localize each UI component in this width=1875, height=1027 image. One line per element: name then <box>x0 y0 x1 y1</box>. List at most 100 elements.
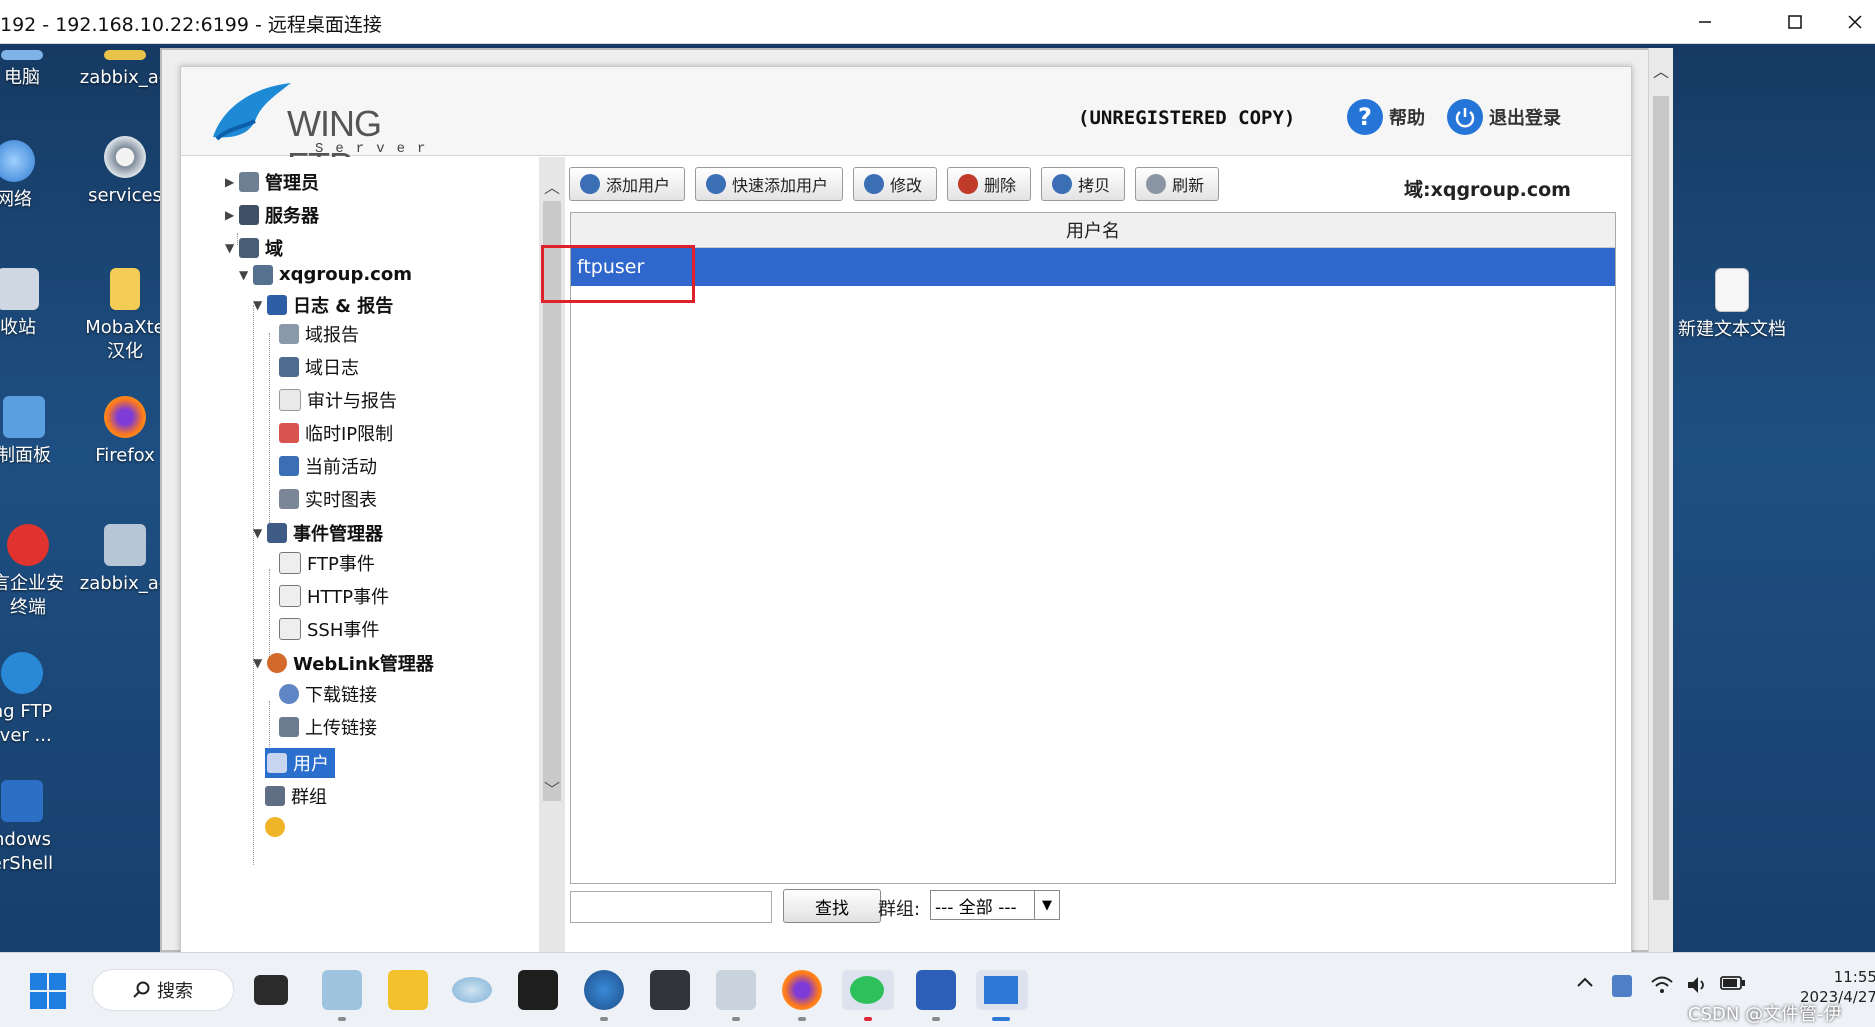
eye-app-icon[interactable] <box>452 977 492 1003</box>
power-icon <box>1447 99 1483 135</box>
rdp-title-bar: 192 - 192.168.10.22:6199 - 远程桌面连接 <box>0 0 1875 44</box>
mobaxterm-icon[interactable] <box>650 970 690 1010</box>
firefox-icon[interactable] <box>782 970 822 1010</box>
tree-item-xqgroup[interactable]: ▼ xqgroup.com <box>239 264 412 285</box>
tree-item-event-manager[interactable]: ▼ 事件管理器 <box>253 520 383 546</box>
help-icon: ? <box>1347 99 1383 135</box>
tree-item-domain[interactable]: ▼ 域 <box>225 235 283 261</box>
desktop-icon-zabbix-installer[interactable]: zabbix_ag <box>77 524 173 596</box>
tree-item-download-links[interactable]: 下载链接 <box>279 681 377 707</box>
desktop-icon-new-text-doc[interactable]: 新建文本文档 <box>1672 268 1792 342</box>
scroll-up-arrow-icon[interactable]: ︿ <box>1649 58 1673 82</box>
desktop-icon-wing-ftp[interactable]: ng FTP rver ... <box>0 652 70 748</box>
help-button[interactable]: ? 帮助 <box>1347 99 1425 135</box>
installer-icon <box>104 524 146 566</box>
computer-icon <box>1 50 43 60</box>
tree-item-groups[interactable]: 群组 <box>265 783 327 809</box>
close-button[interactable] <box>1835 0 1875 44</box>
task-view-icon[interactable] <box>254 975 288 1005</box>
group-filter-select[interactable]: --- 全部 --- ▼ <box>930 890 1060 920</box>
tree-label: SSH事件 <box>307 620 380 641</box>
remote-desktop-active-button[interactable] <box>976 970 1028 1010</box>
desktop-icon-firefox[interactable]: Firefox <box>77 396 173 468</box>
logs-book-icon <box>267 295 287 315</box>
tree-label: 服务器 <box>265 206 319 227</box>
terminal-icon[interactable] <box>518 970 558 1010</box>
copy-user-icon <box>1052 174 1073 194</box>
tree-label: 日志 & 报告 <box>293 296 394 317</box>
volume-icon[interactable] <box>1686 975 1708 995</box>
username-column-header[interactable]: 用户名 <box>571 213 1615 248</box>
desktop-icon-powershell[interactable]: ndows erShell <box>0 780 70 876</box>
table-row[interactable]: ftpuser <box>571 248 1615 286</box>
show-hidden-icons-chevron-icon[interactable] <box>1576 975 1594 989</box>
remote-scroll-thumb[interactable] <box>1653 96 1669 900</box>
tree-item-http-events[interactable]: HTTP事件 <box>279 583 389 609</box>
button-label: 刷新 <box>1172 176 1205 195</box>
tree-item-ssh-events[interactable]: SSH事件 <box>279 616 379 642</box>
remote-desktop-icon <box>984 976 1018 1004</box>
desktop-icon-zabbix[interactable]: zabbix_ag <box>77 50 173 90</box>
desktop-icon-computer[interactable]: 电脑 <box>0 50 70 90</box>
remote-vertical-scrollbar[interactable]: ︿ <box>1648 48 1673 952</box>
tree-item-realtime-chart[interactable]: 实时图表 <box>279 486 377 512</box>
tree-item-domain-log[interactable]: 域日志 <box>279 354 359 380</box>
find-button[interactable]: 查找 <box>783 889 881 923</box>
tree-label: HTTP事件 <box>307 587 390 608</box>
desktop-icon-recycle-bin[interactable]: 收站 <box>0 268 66 340</box>
quick-add-user-button[interactable]: 快速添加用户 <box>695 167 844 201</box>
maximize-button[interactable] <box>1765 0 1825 44</box>
highlight-annotation-box <box>541 245 695 303</box>
rdp-manager-icon[interactable] <box>716 970 756 1010</box>
add-user-button[interactable]: 添加用户 <box>569 167 686 201</box>
copy-button[interactable]: 拷贝 <box>1041 167 1126 201</box>
desktop-icon-control-panel[interactable]: 制面板 <box>0 396 72 468</box>
tree-item-users[interactable]: 用户 <box>265 748 335 778</box>
tree-label: 域日志 <box>305 358 359 379</box>
start-button[interactable] <box>28 971 68 1011</box>
tree-item-weblink-manager[interactable]: ▼ WebLink管理器 <box>253 650 434 676</box>
tree-item-upload-links[interactable]: 上传链接 <box>279 714 377 740</box>
logout-button[interactable]: 退出登录 <box>1447 99 1561 135</box>
desktop-icon-mobaxterm[interactable]: MobaXte 汉化 <box>77 268 173 364</box>
chevron-down-icon[interactable]: ▼ <box>1034 891 1059 919</box>
delete-user-icon <box>958 174 979 194</box>
file-explorer-icon[interactable] <box>388 970 428 1010</box>
battery-icon[interactable] <box>1720 975 1746 991</box>
tray-app-icon[interactable] <box>1612 975 1632 997</box>
minimize-button[interactable] <box>1675 0 1735 44</box>
tree-item-audit-report[interactable]: 审计与报告 <box>279 387 397 413</box>
word-icon[interactable] <box>916 970 956 1010</box>
tree-item-server[interactable]: ▶ 服务器 <box>225 202 319 228</box>
tree-item-ftp-events[interactable]: FTP事件 <box>279 550 375 576</box>
domain-cube-icon <box>253 264 273 285</box>
collapse-arrow-icon: ▼ <box>253 656 263 670</box>
modify-button[interactable]: 修改 <box>853 167 938 201</box>
tree-item-logs-reports[interactable]: ▼ 日志 & 报告 <box>253 292 393 318</box>
csdn-watermark: CSDN @文件管-伊 <box>1688 1004 1842 1025</box>
desktop-icon-network[interactable]: 网络 <box>0 140 62 212</box>
wechat-taskbar-button[interactable] <box>842 970 894 1010</box>
wing-ftp-admin-window: WING FTP Server (UNREGISTERED COPY) ? 帮助… <box>180 66 1632 958</box>
group-filter-value: --- 全部 --- <box>935 897 1017 918</box>
upload-link-icon <box>279 717 299 737</box>
scroll-down-arrow-icon[interactable]: ﹀ <box>539 775 565 801</box>
remote-desktop-app-icon[interactable] <box>322 970 362 1010</box>
user-search-input[interactable] <box>570 891 772 923</box>
network-globe-app-icon[interactable] <box>584 970 624 1010</box>
delete-button[interactable]: 删除 <box>947 167 1032 201</box>
desktop-icon-label: 网络 <box>0 189 32 210</box>
expand-arrow-icon: ▶ <box>225 208 235 222</box>
desktop-icon-label: MobaXte <box>85 317 165 338</box>
desktop-icon-security-client[interactable]: 言企业安 终端 <box>0 524 76 620</box>
desktop-icon-services[interactable]: services <box>77 136 173 208</box>
tree-item-admins[interactable]: ▶ 管理员 <box>225 169 319 195</box>
scroll-up-arrow-icon[interactable]: ︿ <box>539 173 565 199</box>
tree-item-current-activity[interactable]: 当前活动 <box>279 453 377 479</box>
user-toolbar: 添加用户 快速添加用户 修改 删除 拷贝 刷新 <box>569 167 1220 207</box>
tree-item-domain-report[interactable]: 域报告 <box>279 321 359 347</box>
wifi-icon[interactable] <box>1650 975 1674 995</box>
refresh-button[interactable]: 刷新 <box>1135 167 1220 201</box>
taskbar-search[interactable]: 搜索 <box>92 969 234 1011</box>
tree-item-temp-ip-limit[interactable]: 临时IP限制 <box>279 420 393 446</box>
